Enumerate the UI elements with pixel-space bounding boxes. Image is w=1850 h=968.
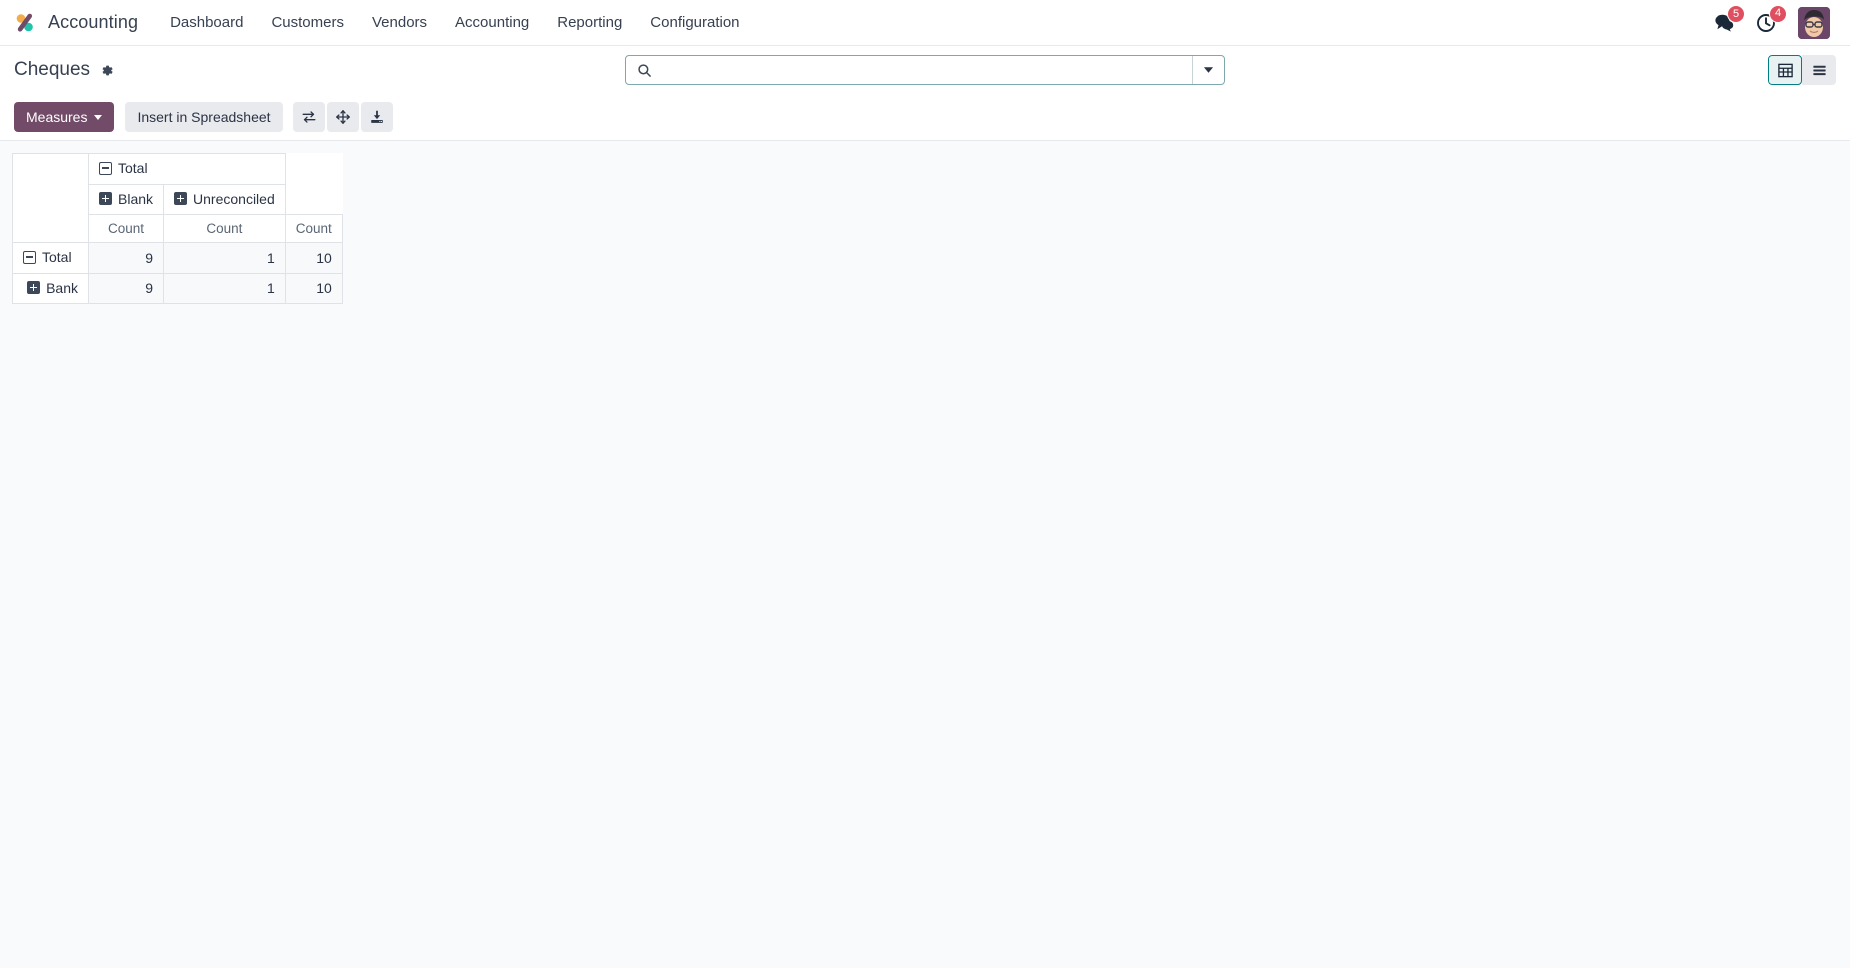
menu-item-vendors[interactable]: Vendors [358,8,441,37]
collapse-icon[interactable] [99,161,112,175]
col-header-blank[interactable]: Blank [87,183,165,215]
cell-bank-total[interactable]: 10 [284,272,343,304]
col-group-total-label: Total [118,160,148,176]
cell-total-blank[interactable]: 9 [87,242,165,274]
expand-icon[interactable] [27,281,41,294]
user-avatar[interactable] [1798,6,1830,39]
main-menu: Dashboard Customers Vendors Accounting R… [156,8,753,37]
cell-bank-blank[interactable]: 9 [87,272,165,304]
activities-badge: 4 [1769,4,1787,23]
messages-icon[interactable]: 5 [1714,5,1745,32]
col-header-blank-label: Blank [118,190,154,207]
pivot-tools [292,102,393,132]
measure-header-unreconciled[interactable]: Count [163,214,286,243]
table-row: Bank 9 1 10 [12,272,343,304]
gear-icon[interactable] [99,63,114,78]
table-row: Total 9 1 10 [12,242,343,274]
pivot-corner-cell [12,153,89,243]
col-header-unreconciled-label: Unreconciled [193,190,275,207]
messages-badge: 5 [1727,5,1745,23]
view-switcher [1768,55,1836,85]
cell-total-unreconciled[interactable]: 1 [163,242,286,274]
row-header-bank-label: Bank [46,279,78,296]
menu-item-accounting[interactable]: Accounting [441,8,543,37]
pivot-view-icon[interactable] [1768,55,1802,85]
cell-total-total[interactable]: 10 [284,242,343,274]
flip-axis-icon[interactable] [292,102,325,132]
measures-label: Measures [26,109,88,125]
row-header-total[interactable]: Total [12,242,89,274]
search-icon [626,63,661,78]
brand-area: Accounting [12,10,144,36]
expand-icon[interactable] [174,192,188,205]
pivot-header-row-group: Total [12,153,343,243]
control-panel-bottom-row: Measures Insert in Spreadsheet [14,94,1836,140]
menu-item-dashboard[interactable]: Dashboard [156,8,257,37]
insert-in-spreadsheet-label: Insert in Spreadsheet [137,109,271,125]
measures-button[interactable]: Measures [14,102,115,132]
search-input[interactable] [661,56,1192,84]
systray: 5 4 [1714,4,1836,39]
chevron-down-icon [94,114,103,120]
page-title: Cheques [14,59,91,80]
clock-icon[interactable]: 4 [1756,4,1787,33]
menu-item-configuration[interactable]: Configuration [636,8,753,37]
col-header-unreconciled[interactable]: Unreconciled [163,183,286,215]
expand-icon[interactable] [99,192,112,205]
row-header-total-label: Total [42,249,72,265]
search-dropdown-toggle[interactable] [1192,56,1224,84]
list-view-icon[interactable] [1802,55,1836,85]
brand-name[interactable]: Accounting [48,12,144,33]
cell-bank-unreconciled[interactable]: 1 [163,272,286,304]
download-xlsx-icon[interactable] [360,102,393,132]
control-panel: Cheques Measures Insert in Spreadsheet [0,46,1850,141]
col-group-total[interactable]: Total [88,153,286,185]
expand-all-icon[interactable] [326,102,359,132]
search-area [625,55,1225,85]
odoo-logo-icon [12,10,38,36]
menu-item-customers[interactable]: Customers [257,8,358,37]
breadcrumb: Cheques [14,59,114,81]
measure-header-total[interactable]: Count [284,214,343,243]
pivot-content: Total Blank Unreconciled Count Count Cou… [0,141,1850,304]
control-panel-top-row: Cheques [14,46,1836,94]
searchbar[interactable] [625,55,1225,85]
collapse-icon[interactable] [23,250,36,264]
top-navbar: Accounting Dashboard Customers Vendors A… [0,0,1850,46]
insert-in-spreadsheet-button[interactable]: Insert in Spreadsheet [125,102,283,132]
pivot-table: Total Blank Unreconciled Count Count Cou… [12,153,343,304]
pivot-head: Total Blank Unreconciled Count Count Cou… [12,153,343,243]
row-header-bank[interactable]: Bank [12,272,89,304]
measure-header-blank[interactable]: Count [87,214,165,243]
menu-item-reporting[interactable]: Reporting [543,8,636,37]
pivot-body: Total 9 1 10 Bank 9 1 10 [12,242,343,304]
